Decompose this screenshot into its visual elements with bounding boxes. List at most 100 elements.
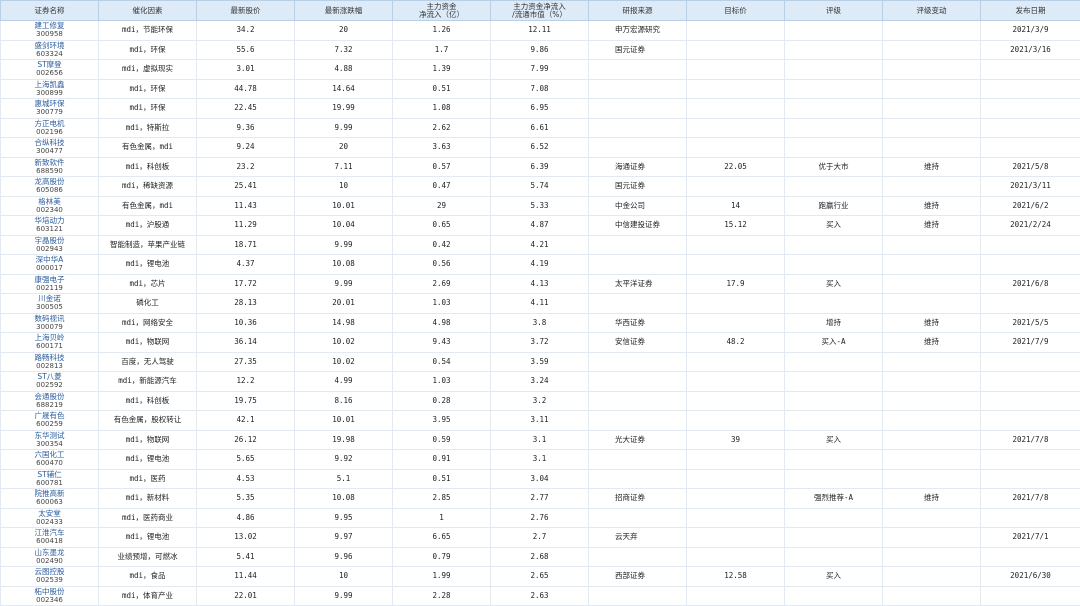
- security-name-cell[interactable]: 柘中股份002346: [1, 586, 99, 606]
- stock-name[interactable]: 新致软件: [1, 159, 98, 167]
- stock-name[interactable]: 格林美: [1, 198, 98, 206]
- table-row[interactable]: 院推高新600063mdi，新材料5.3510.082.852.77招商证券强烈…: [1, 489, 1080, 509]
- header-rating-change[interactable]: 评级变动: [883, 1, 981, 21]
- security-name-cell[interactable]: 川金诺300505: [1, 294, 99, 314]
- stock-name[interactable]: ST摩登: [1, 61, 98, 69]
- table-row[interactable]: 会通股份688219mdi，科创板19.758.160.283.2: [1, 391, 1080, 411]
- table-row[interactable]: 川金诺300505磷化工28.1320.011.034.11: [1, 294, 1080, 314]
- stock-name[interactable]: ST辅仁: [1, 471, 98, 479]
- security-name-cell[interactable]: 合纵科技300477: [1, 138, 99, 158]
- table-row[interactable]: 宇晶股份002943智能制造，苹果产业链18.719.990.424.21: [1, 235, 1080, 255]
- table-row[interactable]: 数码视讯300079mdi，网络安全10.3614.984.983.8华西证券增…: [1, 313, 1080, 333]
- table-row[interactable]: 惠城环保300779mdi，环保22.4519.991.086.95: [1, 99, 1080, 119]
- header-security-name[interactable]: 证券名称: [1, 1, 99, 21]
- security-name-cell[interactable]: 广晟有色600259: [1, 411, 99, 431]
- stock-name[interactable]: 上海贝岭: [1, 334, 98, 342]
- table-row[interactable]: 路畅科技002813百度，无人驾驶27.3510.020.543.59: [1, 352, 1080, 372]
- security-name-cell[interactable]: 惠城环保300779: [1, 99, 99, 119]
- security-name-cell[interactable]: 云图控股002539: [1, 567, 99, 587]
- header-report-source[interactable]: 研报来源: [589, 1, 687, 21]
- security-name-cell[interactable]: 数码视讯300079: [1, 313, 99, 333]
- table-row[interactable]: 上海贝岭600171mdi，物联网36.1410.029.433.72安信证券4…: [1, 333, 1080, 353]
- security-name-cell[interactable]: 上海贝岭600171: [1, 333, 99, 353]
- table-row[interactable]: 江淮汽车600418mdi，锂电池13.029.976.652.7云天弃2021…: [1, 528, 1080, 548]
- security-name-cell[interactable]: ST八菱002592: [1, 372, 99, 392]
- table-row[interactable]: 华培动力603121mdi，沪股通11.2910.040.654.87中信建投证…: [1, 216, 1080, 236]
- stock-name[interactable]: 深中华A: [1, 256, 98, 264]
- security-name-cell[interactable]: 太安堂002433: [1, 508, 99, 528]
- stock-name[interactable]: ST八菱: [1, 373, 98, 381]
- stock-name[interactable]: 方正电机: [1, 120, 98, 128]
- security-name-cell[interactable]: 格林美002340: [1, 196, 99, 216]
- security-name-cell[interactable]: 上海凯鑫300899: [1, 79, 99, 99]
- header-publish-date[interactable]: 发布日期: [981, 1, 1080, 21]
- table-row[interactable]: 山东墨龙002490业绩预增，可燃冰5.419.960.792.68: [1, 547, 1080, 567]
- stock-name[interactable]: 龙高股份: [1, 178, 98, 186]
- security-name-cell[interactable]: ST摩登002656: [1, 60, 99, 80]
- header-target-price[interactable]: 目标价: [687, 1, 785, 21]
- stock-name[interactable]: 柘中股份: [1, 588, 98, 596]
- security-name-cell[interactable]: 建工修复300958: [1, 21, 99, 41]
- security-name-cell[interactable]: 路畅科技002813: [1, 352, 99, 372]
- stock-name[interactable]: 建工修复: [1, 22, 98, 30]
- stock-name[interactable]: 六国化工: [1, 451, 98, 459]
- table-row[interactable]: ST摩登002656mdi，虚拟现实3.014.881.397.99: [1, 60, 1080, 80]
- security-name-cell[interactable]: 龙高股份605086: [1, 177, 99, 197]
- stock-name[interactable]: 东华测试: [1, 432, 98, 440]
- security-name-cell[interactable]: 六国化工600470: [1, 450, 99, 470]
- stock-name[interactable]: 康强电子: [1, 276, 98, 284]
- header-catalyst[interactable]: 催化因素: [99, 1, 197, 21]
- stock-name[interactable]: 山东墨龙: [1, 549, 98, 557]
- stock-name[interactable]: 惠城环保: [1, 100, 98, 108]
- table-row[interactable]: 龙高股份605086mdi，稀缺资源25.41100.475.74国元证券202…: [1, 177, 1080, 197]
- stock-name[interactable]: 广晟有色: [1, 412, 98, 420]
- header-inflow-ratio[interactable]: 主力资金净流入 /流通市值（%）: [491, 1, 589, 21]
- stock-name[interactable]: 川金诺: [1, 295, 98, 303]
- table-row[interactable]: 建工修复300958mdi，节能环保34.2201.2612.11申万宏源研究2…: [1, 21, 1080, 41]
- stock-name[interactable]: 华培动力: [1, 217, 98, 225]
- table-row[interactable]: 格林美002340有色金属，mdi11.4310.01295.33中金公司14跑…: [1, 196, 1080, 216]
- table-row[interactable]: 新致软件688590mdi，科创板23.27.110.576.39海通证券22.…: [1, 157, 1080, 177]
- stock-name[interactable]: 太安堂: [1, 510, 98, 518]
- security-name-cell[interactable]: 深中华A000017: [1, 255, 99, 275]
- stock-name[interactable]: 盛剑环境: [1, 42, 98, 50]
- stock-name[interactable]: 江淮汽车: [1, 529, 98, 537]
- table-row[interactable]: 六国化工600470mdi，锂电池5.659.920.913.1: [1, 450, 1080, 470]
- table-row[interactable]: 康强电子002119mdi，芯片17.729.992.694.13太平洋证券17…: [1, 274, 1080, 294]
- security-name-cell[interactable]: 山东墨龙002490: [1, 547, 99, 567]
- stock-name[interactable]: 数码视讯: [1, 315, 98, 323]
- header-latest-change[interactable]: 最新涨跌幅: [295, 1, 393, 21]
- security-name-cell[interactable]: 宇晶股份002943: [1, 235, 99, 255]
- stock-name[interactable]: 云图控股: [1, 568, 98, 576]
- security-name-cell[interactable]: 江淮汽车600418: [1, 528, 99, 548]
- table-row[interactable]: 深中华A000017mdi，锂电池4.3710.080.564.19: [1, 255, 1080, 275]
- security-name-cell[interactable]: 院推高新600063: [1, 489, 99, 509]
- header-main-inflow[interactable]: 主力资金 净流入（亿）: [393, 1, 491, 21]
- table-row[interactable]: 太安堂002433mdi，医药商业4.869.9512.76: [1, 508, 1080, 528]
- stock-name[interactable]: 宇晶股份: [1, 237, 98, 245]
- table-row[interactable]: 柘中股份002346mdi，体育产业22.019.992.282.63: [1, 586, 1080, 606]
- stock-name[interactable]: 路畅科技: [1, 354, 98, 362]
- security-name-cell[interactable]: 盛剑环境603324: [1, 40, 99, 60]
- security-name-cell[interactable]: 方正电机002196: [1, 118, 99, 138]
- security-name-cell[interactable]: ST辅仁600781: [1, 469, 99, 489]
- header-latest-price[interactable]: 最新股价: [197, 1, 295, 21]
- table-row[interactable]: ST辅仁600781mdi，医药4.535.10.513.04: [1, 469, 1080, 489]
- table-row[interactable]: 方正电机002196mdi，特斯拉9.369.992.626.61: [1, 118, 1080, 138]
- stock-name[interactable]: 合纵科技: [1, 139, 98, 147]
- table-row[interactable]: 合纵科技300477有色金属，mdi9.24203.636.52: [1, 138, 1080, 158]
- security-name-cell[interactable]: 会通股份688219: [1, 391, 99, 411]
- security-name-cell[interactable]: 华培动力603121: [1, 216, 99, 236]
- security-name-cell[interactable]: 东华测试300354: [1, 430, 99, 450]
- table-row[interactable]: ST八菱002592mdi，新能源汽车12.24.991.033.24: [1, 372, 1080, 392]
- stock-name[interactable]: 会通股份: [1, 393, 98, 401]
- table-row[interactable]: 上海凯鑫300899mdi，环保44.7814.640.517.08: [1, 79, 1080, 99]
- table-row[interactable]: 广晟有色600259有色金属，股权转让42.110.013.953.11: [1, 411, 1080, 431]
- header-rating[interactable]: 评级: [785, 1, 883, 21]
- security-name-cell[interactable]: 新致软件688590: [1, 157, 99, 177]
- stock-name[interactable]: 院推高新: [1, 490, 98, 498]
- table-row[interactable]: 盛剑环境603324mdi，环保55.67.321.79.86国元证券2021/…: [1, 40, 1080, 60]
- table-row[interactable]: 云图控股002539mdi，食品11.44101.992.65西部证券12.58…: [1, 567, 1080, 587]
- security-name-cell[interactable]: 康强电子002119: [1, 274, 99, 294]
- table-row[interactable]: 东华测试300354mdi，物联网26.1219.980.593.1光大证券39…: [1, 430, 1080, 450]
